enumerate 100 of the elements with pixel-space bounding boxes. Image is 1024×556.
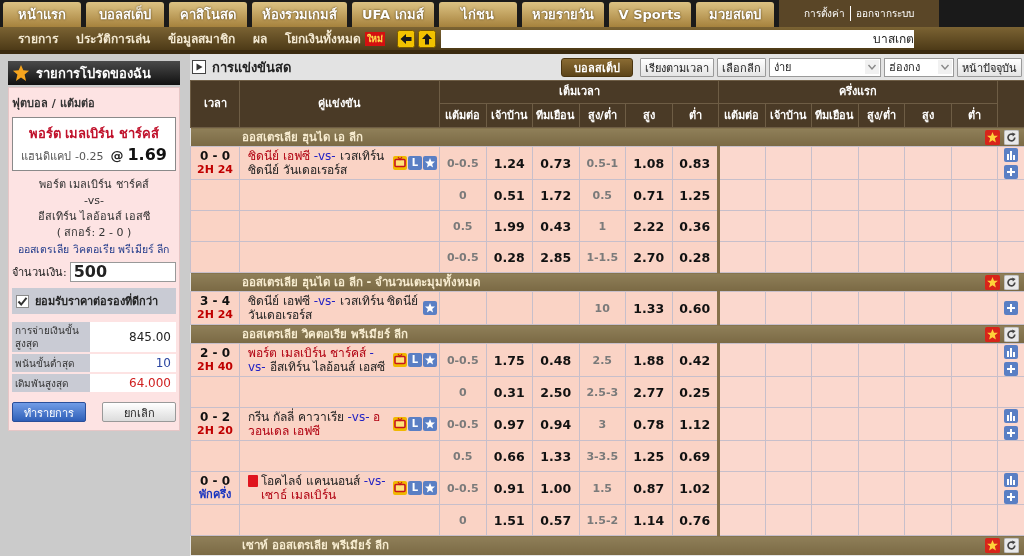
odds-cell[interactable]: 1.02: [672, 471, 719, 505]
odds-cell[interactable]: 0.83: [672, 146, 719, 180]
league-name: ออสเตรเลีย ฮุนได เอ ลีก - จำนวนเตะมุมทั้งหมด: [241, 274, 482, 290]
odds-cell[interactable]: 0.97: [486, 407, 533, 441]
odds-cell[interactable]: 0.60: [672, 291, 719, 325]
table-cell: [765, 146, 812, 180]
match-teams: กรีน กัลลี่ คาวาเรีย -vs- อวอนเดล เอฟซี: [248, 410, 382, 438]
limit-value: 845.00: [90, 322, 176, 352]
refresh-icon[interactable]: [1003, 129, 1019, 145]
table-cell: [858, 343, 905, 377]
odds-cell[interactable]: 1.88: [625, 343, 672, 377]
cancel-button[interactable]: ยกเลิก: [102, 402, 176, 422]
match-teams: โอคไลจ์ แคนนอนส์ -vs- เซาธ์ เมลเบิร์น: [261, 474, 387, 502]
refresh-icon[interactable]: [1003, 326, 1019, 342]
account-link[interactable]: การตั้งค่า: [799, 6, 851, 21]
table-cell: [718, 471, 765, 505]
bar-chart-icon[interactable]: [1004, 408, 1018, 423]
odds-cell[interactable]: 0.48: [532, 343, 579, 377]
limit-value: 64.000: [90, 374, 176, 392]
toolbar-button[interactable]: เรียงตามเวลา: [640, 57, 714, 77]
odds-cell[interactable]: 0.87: [625, 471, 672, 505]
league-name: เซาท์ ออสเตรเลีย พรีเมียร์ ลีก: [241, 537, 390, 553]
odds-cell[interactable]: 1.00: [532, 471, 579, 505]
table-cell: [718, 210, 765, 242]
table-cell: [811, 343, 858, 377]
table-cell: [811, 291, 858, 325]
odds-cell[interactable]: 1.12: [672, 407, 719, 441]
star-icon: [423, 301, 437, 315]
tv-icon: [393, 353, 407, 367]
plus-icon[interactable]: [1004, 361, 1018, 376]
score-text: ( สกอร์: 2 - 0 ): [56, 225, 132, 241]
checkbox[interactable]: [16, 294, 29, 308]
plus-icon[interactable]: [1004, 425, 1018, 440]
ticker-field: บาสเกต: [441, 29, 914, 48]
limit-label: เดิมพันสูงสุด: [12, 374, 90, 392]
column-header: คู่แข่งขัน: [239, 80, 440, 128]
table-cell: [765, 343, 812, 377]
table-cell: [718, 291, 765, 325]
toolbar-button[interactable]: หน้าปัจจุบัน: [957, 57, 1022, 77]
odds-cell[interactable]: 0.42: [672, 343, 719, 377]
dropdown[interactable]: ง่าย: [769, 57, 881, 77]
option-label: ยอมรับราคาต่อรองที่ดีกว่า: [35, 292, 158, 310]
table-cell: [190, 210, 240, 242]
handicap-cell: 0-0.5: [439, 343, 486, 377]
toolbar-button[interactable]: เลือกลีก: [717, 57, 766, 77]
match-clock: 2H 40: [196, 360, 234, 374]
star-icon: [423, 417, 437, 431]
star-icon: [984, 326, 1000, 342]
plus-icon[interactable]: [1004, 489, 1018, 504]
star-icon: [984, 274, 1000, 290]
plus-icon[interactable]: [1004, 301, 1018, 315]
column-header: เวลา: [190, 80, 240, 128]
account-link[interactable]: ออกจากระบบ: [850, 6, 920, 21]
table-cell: [904, 146, 951, 180]
odds-cell[interactable]: 0.94: [532, 407, 579, 441]
star-icon: [423, 353, 437, 367]
table-cell: [904, 471, 951, 505]
odds-cell[interactable]: 1.33: [625, 291, 672, 325]
bar-chart-icon[interactable]: [1004, 472, 1018, 487]
league-name: ออสเตรเลีย วิคตอเรีย พรีเมียร์ ลีก: [241, 326, 409, 342]
refresh-icon[interactable]: [1003, 537, 1019, 553]
table-cell: [718, 504, 765, 536]
live-tag: L: [408, 417, 422, 431]
dropdown[interactable]: ฮ่องกง: [884, 57, 954, 77]
amount-field[interactable]: 500: [69, 262, 176, 282]
home-team-name: พอร์ต เมลเบิร์น ชาร์คส์: [39, 177, 149, 193]
table-cell: [811, 471, 858, 505]
limit-value: 10: [90, 354, 176, 372]
nav-link[interactable]: ผล: [253, 30, 267, 47]
odds-cell[interactable]: 0.78: [625, 407, 672, 441]
bar-chart-icon[interactable]: [1004, 344, 1018, 359]
odds-cell[interactable]: 1.75: [486, 343, 533, 377]
nav-link[interactable]: รายการ: [18, 30, 58, 47]
odds-cell[interactable]: 0.73: [532, 146, 579, 180]
submit-button[interactable]: ทำรายการ: [12, 402, 86, 422]
nav-link[interactable]: ประวัติการเล่น: [76, 30, 150, 47]
bar-chart-icon[interactable]: [1004, 147, 1018, 162]
nav-link[interactable]: โยกเงินทั้งหมด: [285, 30, 361, 47]
star-icon: [984, 537, 1000, 553]
at-sign: @: [110, 148, 124, 163]
star-icon: [423, 156, 437, 170]
odds-cell[interactable]: 1.24: [486, 146, 533, 180]
score: 0 - 2: [198, 410, 231, 424]
nav-link[interactable]: ข้อมูลสมาชิก: [168, 30, 235, 47]
table-cell: [718, 440, 765, 472]
toggle-button[interactable]: บอลสเต็ป: [561, 57, 633, 77]
odds-cell[interactable]: 1.08: [625, 146, 672, 180]
caret-icon: [865, 60, 879, 74]
total-line-cell: 2.5: [579, 343, 626, 377]
limit-label: พนันขั้นต่ำสุด: [12, 354, 90, 372]
match-teams: พอร์ต เมลเบิร์น ชาร์คส์ -vs- อีสเทิร์น ไลอ้อนส์ เอสซี: [248, 346, 387, 374]
handicap-cell: 0-0.5: [439, 146, 486, 180]
refresh-icon[interactable]: [1003, 274, 1019, 290]
total-line-cell: 10: [579, 291, 626, 325]
plus-icon[interactable]: [1004, 164, 1018, 179]
odds-cell[interactable]: 0.91: [486, 471, 533, 505]
caret-icon: [938, 60, 952, 74]
match-clock: 2H 24: [196, 163, 234, 177]
table-cell: [718, 241, 765, 273]
league-link[interactable]: ออสเตรเลีย วิคตอเรีย พรีเมียร์ ลีก: [18, 241, 170, 257]
